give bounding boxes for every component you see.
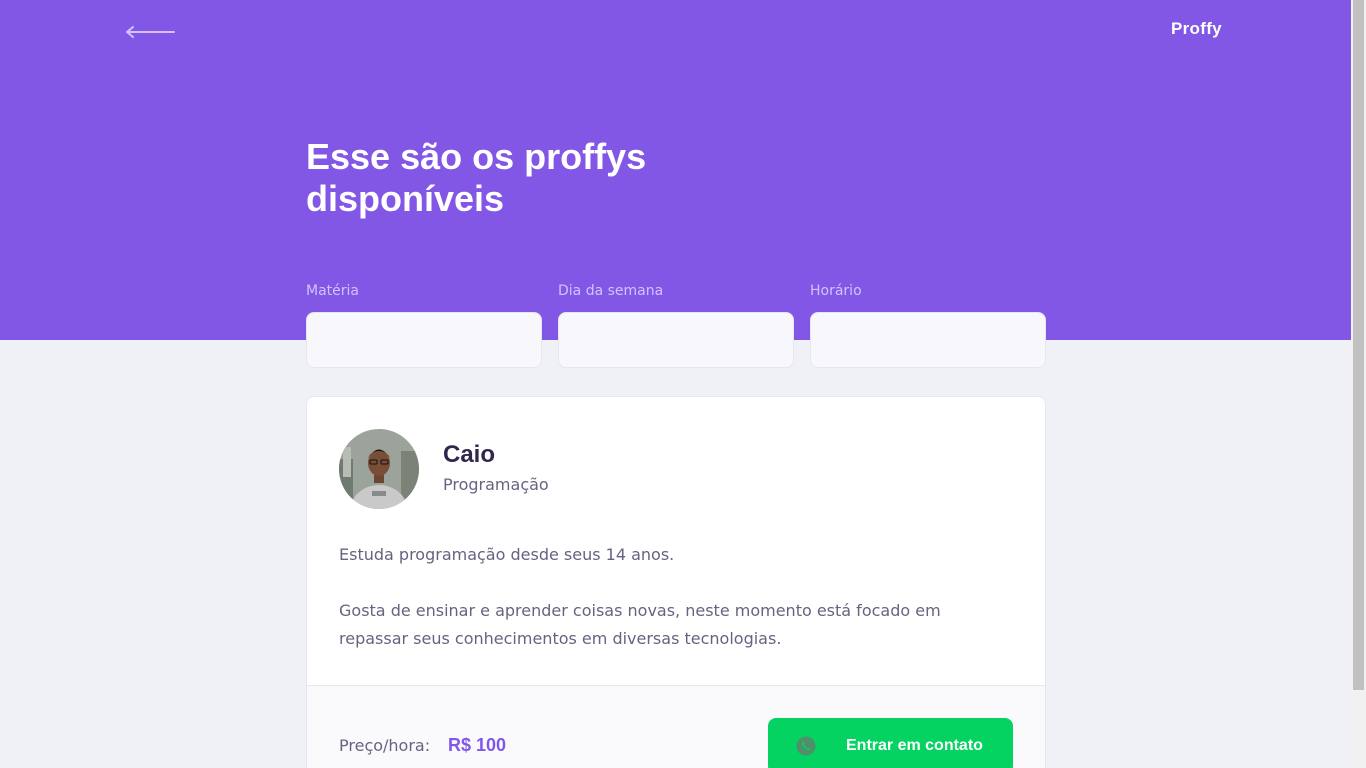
- back-button[interactable]: [124, 22, 176, 42]
- scrollbar-thumb[interactable]: [1353, 0, 1364, 690]
- avatar-photo: [339, 429, 419, 509]
- page-header: Proffy Esse são os proffys disponíveis: [0, 0, 1351, 340]
- contact-button-label: Entrar em contato: [846, 737, 983, 754]
- subject-filter-label: Matéria: [306, 283, 359, 299]
- weekday-filter-label: Dia da semana: [558, 283, 664, 299]
- teacher-bio: Estuda programação desde seus 14 anos. G…: [339, 541, 999, 653]
- page-title: Esse são os proffys disponíveis: [306, 136, 726, 220]
- bio-paragraph: Gosta de ensinar e aprender coisas novas…: [339, 601, 941, 648]
- teacher-name: Caio: [443, 441, 496, 468]
- teacher-subject: Programação: [443, 475, 549, 494]
- page-title-line1: Esse são os proffys: [306, 136, 647, 177]
- weekday-filter-input[interactable]: [558, 312, 794, 368]
- teacher-card-footer: Preço/hora: R$ 100 Entrar em contato: [307, 685, 1045, 768]
- time-filter-label: Horário: [810, 283, 862, 299]
- bio-paragraph: Estuda programação desde seus 14 anos.: [339, 545, 675, 564]
- logo: Proffy: [1171, 19, 1222, 38]
- page-scrollbar[interactable]: [1351, 0, 1366, 768]
- teacher-card: Caio Programação Estuda programação desd…: [306, 396, 1046, 768]
- price-value: R$ 100: [448, 735, 507, 755]
- subject-filter-input[interactable]: [306, 312, 542, 368]
- contact-button[interactable]: Entrar em contato: [768, 718, 1013, 768]
- price-label: Preço/hora:: [339, 736, 431, 755]
- whatsapp-icon: [796, 736, 816, 756]
- avatar: [339, 429, 419, 509]
- arrow-left-icon: [126, 26, 175, 38]
- page-title-line2: disponíveis: [306, 178, 505, 219]
- time-filter-input[interactable]: [810, 312, 1046, 368]
